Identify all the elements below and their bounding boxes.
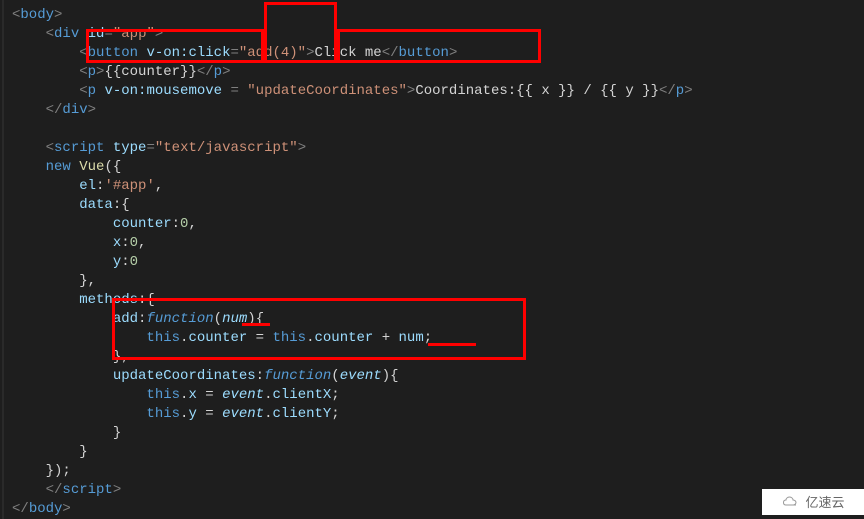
button-tag: button: [88, 45, 138, 61]
new-keyword: new: [46, 159, 80, 175]
type-attr: type: [113, 140, 147, 156]
methods-key: methods: [79, 292, 138, 308]
code-editor: <body> <div id="app"> <button v-on:click…: [2, 0, 864, 519]
updatecoords-value: "updateCoordinates": [247, 83, 407, 99]
underline-num-usage: [428, 343, 476, 346]
p-tag: p: [88, 64, 96, 80]
underline-num-param: [242, 323, 270, 326]
id-value: "app": [113, 26, 155, 42]
script-tag: script: [54, 140, 104, 156]
button-text: Click me: [315, 45, 382, 61]
clienty-prop: clientY: [272, 406, 331, 422]
function-keyword: function: [146, 311, 213, 327]
add-method: add: [113, 311, 138, 327]
updatecoords-method: updateCoordinates: [113, 368, 256, 384]
div-tag: div: [54, 26, 79, 42]
counter-key: counter: [113, 216, 172, 232]
el-key: el: [79, 178, 96, 194]
add4-value: "add(4)": [239, 45, 306, 61]
num-ref: num: [399, 330, 424, 346]
body-tag: body: [20, 7, 54, 23]
cloud-icon: [781, 495, 801, 509]
y-key: y: [113, 254, 121, 270]
x-key: x: [113, 235, 121, 251]
this-keyword: this: [146, 330, 180, 346]
code-block: <body> <div id="app"> <button v-on:click…: [12, 6, 864, 519]
watermark-text: 亿速云: [805, 493, 844, 512]
von-click-attr: v-on:click: [146, 45, 230, 61]
counter-binding: {{counter}}: [104, 64, 196, 80]
watermark: 亿速云: [762, 489, 864, 515]
y-value: 0: [130, 254, 138, 270]
el-value: '#app': [104, 178, 154, 194]
x-value: 0: [130, 235, 138, 251]
clientx-prop: clientX: [272, 387, 331, 403]
vue-constructor: Vue: [79, 159, 104, 175]
coords-text: Coordinates:{{ x }} / {{ y }}: [415, 83, 659, 99]
event-param: event: [340, 368, 382, 384]
type-value: "text/javascript": [155, 140, 298, 156]
von-mousemove-attr: v-on:mousemove: [104, 83, 222, 99]
data-key: data: [79, 197, 113, 213]
id-attr: id: [88, 26, 105, 42]
